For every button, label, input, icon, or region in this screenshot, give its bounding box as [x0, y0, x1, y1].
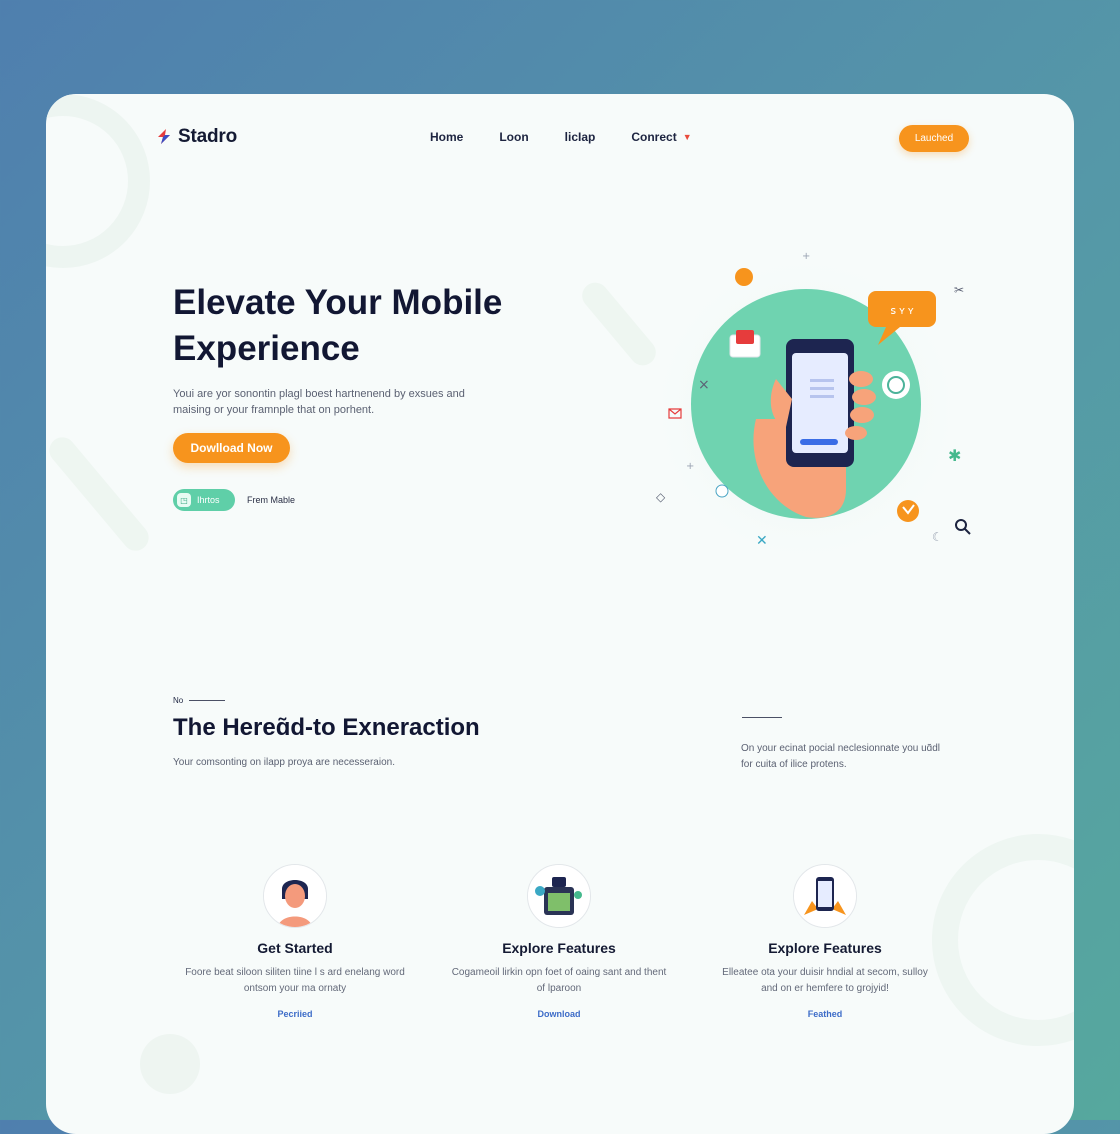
star-icon: ✱ — [948, 446, 961, 465]
divider — [742, 717, 782, 718]
phone-device-icon — [793, 864, 857, 928]
divider — [189, 700, 226, 701]
nav-item-label: Conrect — [631, 130, 677, 144]
store-badge-button[interactable]: ◳ Ihrtos — [173, 489, 235, 511]
section-side-text: On your ecinat pocial neclesionnate you … — [741, 743, 941, 770]
close-icon: × — [698, 377, 710, 393]
plus-icon: + — [802, 251, 810, 262]
feature-link[interactable]: Feathed — [808, 1009, 843, 1019]
feature-card-get-started: Get Started Foore beat siloon siliten ti… — [185, 864, 405, 1022]
shield-badge-icon — [882, 371, 910, 399]
feature-link[interactable]: Pecriied — [277, 1009, 312, 1019]
location-pin-icon — [715, 484, 729, 498]
eyebrow-label: No — [173, 696, 184, 705]
decorative-ring — [932, 834, 1074, 1046]
download-now-button[interactable]: Dowlload Now — [173, 433, 290, 463]
nav-item-liciap[interactable]: licIap — [565, 130, 596, 144]
brand-name: Stadro — [178, 126, 237, 147]
decorative-stroke — [46, 432, 154, 556]
feature-card-explore-features-2: Explore Features Elleatee ota your duisi… — [715, 864, 935, 1022]
person-avatar-icon — [263, 864, 327, 928]
feature-title: Explore Features — [502, 940, 616, 956]
store-caption: Frem Mable — [247, 495, 296, 505]
store-row: ◳ Ihrtos Frem Mable — [173, 489, 295, 511]
nav-item-conrect[interactable]: Conrect ▼ — [631, 130, 691, 144]
search-icon[interactable] — [954, 518, 972, 536]
x-sparkle-icon: ✕ — [756, 533, 768, 549]
nav-item-loon[interactable]: Loon — [499, 130, 528, 144]
orange-dot-icon — [897, 500, 919, 522]
hero-illustration: ꜱ ʏ ʏ × . ✕ ✱ + + ✂ ◇ ☾ — [646, 249, 966, 559]
store-badge-label: Ihrtos — [197, 495, 220, 505]
app-store-icon: ◳ — [177, 493, 191, 507]
feature-title: Explore Features — [768, 940, 882, 956]
nav-item-home[interactable]: Home — [430, 130, 463, 144]
feature-description: Foore beat siloon siliten tiine l s ard … — [185, 967, 405, 994]
section-subtitle: Your comsonting on ilapp proya are neces… — [173, 757, 395, 768]
feature-link[interactable]: Download — [538, 1009, 581, 1019]
bubble-text: ꜱ ʏ ʏ — [890, 305, 914, 317]
moon-icon: ☾ — [932, 530, 943, 544]
page-card: Stadro Home Loon licIap Conrect ▼ Lauche… — [46, 94, 1074, 1134]
chevron-down-icon: ▼ — [682, 132, 692, 142]
plus-icon: + — [686, 461, 694, 472]
tag-icon: ◇ — [656, 490, 666, 504]
brand-logo[interactable]: Stadro — [154, 126, 237, 148]
feature-card-explore-features: Explore Features Cogameoil lirkin opn fo… — [449, 864, 669, 1022]
logo-icon — [158, 129, 170, 144]
section-title: The Hereɑ̃d-to Exneraction — [173, 714, 480, 741]
feature-description: Elleatee ota your duisir hndial at secom… — [722, 967, 928, 994]
printer-device-icon — [527, 864, 591, 928]
hero-title: Elevate Your Mobile Experience — [173, 283, 503, 368]
decorative-blob — [140, 1034, 200, 1094]
hero-subtitle: Youi are yor sonontin plagl boest hartne… — [173, 388, 465, 416]
orange-dot-icon — [735, 268, 753, 286]
launch-button[interactable]: Lauched — [899, 125, 969, 152]
scissors-icon: ✂ — [954, 283, 964, 297]
section-eyebrow: No — [173, 696, 226, 705]
decorative-ring — [46, 94, 150, 268]
feature-description: Cogameoil lirkin opn foet of oaing sant … — [451, 967, 667, 994]
main-nav: Home Loon licIap Conrect ▼ — [430, 130, 692, 144]
feature-title: Get Started — [257, 940, 333, 956]
